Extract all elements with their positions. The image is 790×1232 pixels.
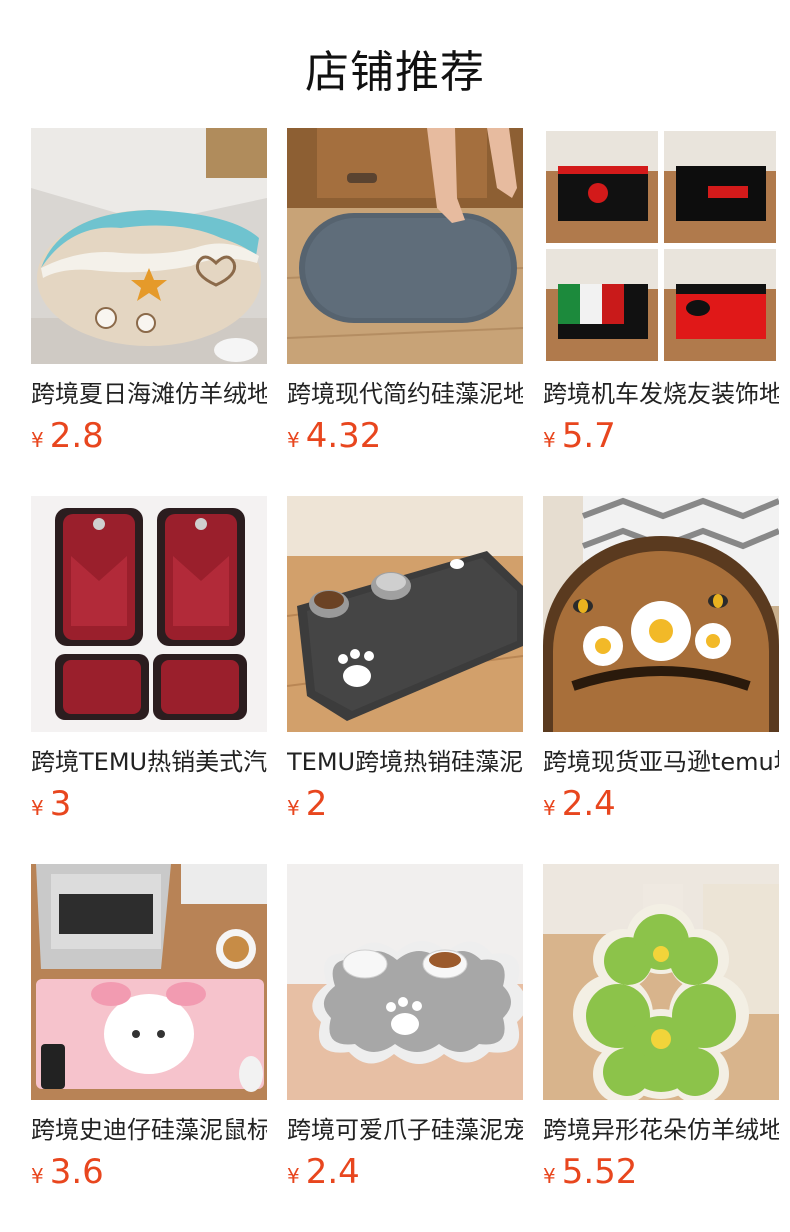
product-price: ¥2.4	[287, 1152, 360, 1196]
pet-feeding-mat-image[interactable]	[287, 496, 523, 732]
paw-pet-bowl-mat-image[interactable]	[287, 864, 523, 1100]
currency-symbol: ¥	[31, 428, 44, 452]
price-amount: 2.4	[561, 784, 616, 824]
currency-symbol: ¥	[287, 428, 300, 452]
page-title: 店铺推荐	[305, 47, 485, 98]
price-amount: 3	[49, 784, 72, 824]
price-amount: 2	[305, 784, 328, 824]
product-price: ¥3.6	[31, 1152, 104, 1196]
product-name[interactable]: 跨境机车发烧友装饰地垫	[543, 376, 779, 412]
product-name[interactable]: 跨境夏日海滩仿羊绒地垫	[31, 376, 267, 412]
price-amount: 3.6	[49, 1152, 104, 1192]
product-price: ¥3	[31, 784, 71, 828]
currency-symbol: ¥	[287, 1164, 300, 1188]
currency-symbol: ¥	[31, 1164, 44, 1188]
diatomite-bath-mat-image[interactable]	[287, 128, 523, 364]
product-name[interactable]: TEMU跨境热销硅藻泥宠物垫	[287, 744, 523, 780]
product-price: ¥2.8	[31, 416, 104, 460]
product-price: ¥2.4	[543, 784, 616, 828]
cartoon-desk-mat-image[interactable]	[31, 864, 267, 1100]
product-name[interactable]: 跨境TEMU热销美式汽车脚垫	[31, 744, 267, 780]
currency-symbol: ¥	[543, 796, 556, 820]
product-grid: 跨境夏日海滩仿羊绒地垫 ¥2.8 跨境现代简约硅藻泥地垫 ¥4.32	[31, 128, 781, 1208]
currency-symbol: ¥	[287, 796, 300, 820]
product-price: ¥5.7	[543, 416, 616, 460]
product-card[interactable]: 跨境机车发烧友装饰地垫 ¥5.7	[543, 128, 779, 468]
price-amount: 2.8	[49, 416, 104, 456]
product-card[interactable]: TEMU跨境热销硅藻泥宠物垫 ¥2	[287, 496, 523, 836]
currency-symbol: ¥	[543, 428, 556, 452]
product-card[interactable]: 跨境可爱爪子硅藻泥宠物垫 ¥2.4	[287, 864, 523, 1204]
product-price: ¥2	[287, 784, 327, 828]
product-card[interactable]: 跨境TEMU热销美式汽车脚垫 ¥3	[31, 496, 267, 836]
product-card[interactable]: 跨境史迪仔硅藻泥鼠标垫 ¥3.6	[31, 864, 267, 1204]
car-seat-mat-set-image[interactable]	[31, 496, 267, 732]
price-amount: 4.32	[305, 416, 382, 456]
product-price: ¥4.32	[287, 416, 381, 460]
currency-symbol: ¥	[543, 1164, 556, 1188]
product-name[interactable]: 跨境异形花朵仿羊绒地毯	[543, 1112, 779, 1148]
currency-symbol: ¥	[31, 796, 44, 820]
product-card[interactable]: 跨境现代简约硅藻泥地垫 ¥4.32	[287, 128, 523, 468]
product-name[interactable]: 跨境现货亚马逊temu地垫	[543, 744, 779, 780]
motorbike-rug-set-image[interactable]	[543, 128, 779, 364]
price-amount: 2.4	[305, 1152, 360, 1192]
product-name[interactable]: 跨境现代简约硅藻泥地垫	[287, 376, 523, 412]
product-card[interactable]: 跨境现货亚马逊temu地垫 ¥2.4	[543, 496, 779, 836]
price-amount: 5.7	[561, 416, 616, 456]
product-price: ¥5.52	[543, 1152, 637, 1196]
product-card[interactable]: 跨境异形花朵仿羊绒地毯 ¥5.52	[543, 864, 779, 1204]
product-name[interactable]: 跨境史迪仔硅藻泥鼠标垫	[31, 1112, 267, 1148]
product-card[interactable]: 跨境夏日海滩仿羊绒地垫 ¥2.8	[31, 128, 267, 468]
flower-shaped-rug-image[interactable]	[543, 864, 779, 1100]
welcome-daisy-doormat-image[interactable]	[543, 496, 779, 732]
price-amount: 5.52	[561, 1152, 638, 1192]
product-name[interactable]: 跨境可爱爪子硅藻泥宠物垫	[287, 1112, 523, 1148]
beach-bath-mat-image[interactable]	[31, 128, 267, 364]
